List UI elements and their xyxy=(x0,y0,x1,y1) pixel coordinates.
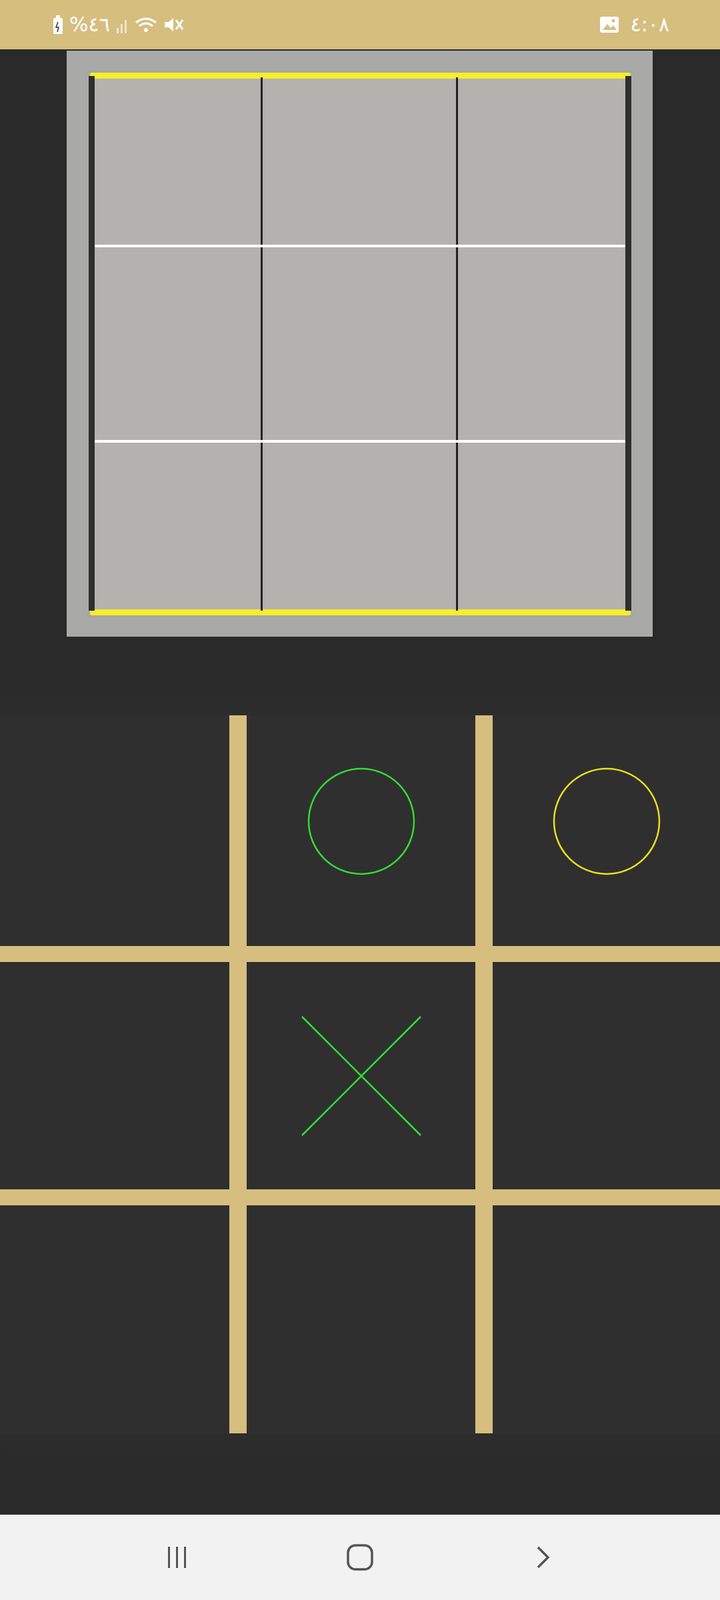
clock: ٤:٠٨ xyxy=(630,14,670,35)
back-icon[interactable] xyxy=(529,1544,556,1571)
board-cell[interactable] xyxy=(246,962,476,1190)
battery-icon xyxy=(50,14,66,36)
board-cell[interactable] xyxy=(0,962,230,1190)
battery-level: %٤٦ xyxy=(69,14,110,35)
camera-preview xyxy=(66,50,653,637)
board-cell[interactable] xyxy=(0,1205,230,1434)
gallery-icon xyxy=(598,14,620,35)
o-mark-icon xyxy=(306,766,416,876)
board-cell[interactable] xyxy=(0,715,230,946)
status-bar: %٤٦ ٤:٠٨ xyxy=(0,0,720,50)
o-mark-icon xyxy=(552,766,662,876)
game-board xyxy=(0,715,720,1434)
home-icon[interactable] xyxy=(345,1542,375,1572)
board-cell[interactable] xyxy=(246,1205,476,1434)
signal-icon xyxy=(114,14,130,35)
board-cell[interactable] xyxy=(492,1205,720,1434)
x-mark-icon xyxy=(300,1015,422,1137)
board-cell[interactable] xyxy=(246,715,476,946)
mute-icon xyxy=(162,14,185,35)
board-cell[interactable] xyxy=(492,715,720,946)
wifi-icon xyxy=(134,14,158,35)
board-cell[interactable] xyxy=(492,962,720,1190)
recent-apps-icon[interactable] xyxy=(164,1544,191,1571)
navigation-bar xyxy=(0,1514,720,1600)
